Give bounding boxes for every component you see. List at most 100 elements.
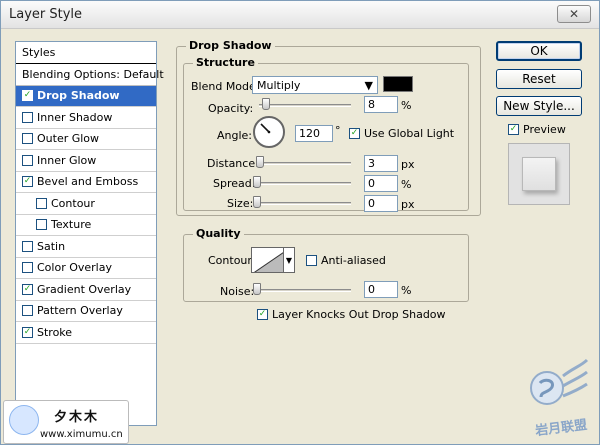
style-label: Drop Shadow (37, 89, 120, 103)
contour-checkbox[interactable] (36, 197, 47, 209)
close-icon: ✕ (568, 7, 580, 21)
window-title: Layer Style (9, 7, 83, 22)
angle-unit: ° (335, 124, 341, 137)
angle-label: Angle: (217, 129, 253, 142)
quality-title: Quality (193, 227, 244, 240)
size-slider-track[interactable] (254, 202, 351, 205)
style-label: Texture (51, 218, 92, 232)
style-preview (508, 143, 570, 205)
ok-button[interactable]: OK (496, 41, 582, 61)
spread-unit: % (401, 178, 412, 191)
noise-field[interactable]: 0 (364, 281, 398, 298)
angle-dial[interactable] (253, 116, 285, 148)
opacity-field[interactable]: 8 (364, 96, 398, 113)
style-label: Blending Options: Default (22, 67, 164, 81)
gradient-overlay-item[interactable]: ✓ Gradient Overlay (16, 279, 156, 301)
color-overlay-item[interactable]: Color Overlay (16, 258, 156, 279)
size-field[interactable]: 0 (364, 195, 398, 212)
preview-checkbox[interactable]: ✓ (508, 124, 519, 135)
size-slider-thumb[interactable] (253, 196, 261, 208)
use-global-light-toggle[interactable]: ✓ Use Global Light (349, 127, 454, 140)
noise-unit: % (401, 284, 412, 297)
distance-label: Distance: (207, 157, 259, 170)
use-global-light-checkbox[interactable]: ✓ (349, 128, 360, 139)
inner-glow-checkbox[interactable] (22, 154, 33, 166)
inner-shadow-item[interactable]: Inner Shadow (16, 107, 156, 129)
angle-needle-icon (260, 123, 271, 134)
blend-mode-value: Multiply (257, 78, 301, 92)
reset-button[interactable]: Reset (496, 69, 582, 89)
anti-aliased-toggle[interactable]: Anti-aliased (306, 254, 386, 267)
texture-checkbox[interactable] (36, 219, 47, 231)
style-label: Outer Glow (37, 132, 100, 146)
logo-mark-icon (9, 405, 39, 435)
knockout-toggle[interactable]: ✓ Layer Knocks Out Drop Shadow (257, 308, 446, 321)
spread-slider-thumb[interactable] (253, 176, 261, 188)
distance-slider-thumb[interactable] (256, 156, 264, 168)
contour-label: Contour: (208, 254, 256, 267)
opacity-unit: % (401, 99, 412, 112)
layer-style-dialog: Layer Style ✕ Styles Blending Options: D… (0, 0, 600, 445)
preview-toggle[interactable]: ✓ Preview (508, 123, 566, 136)
dropdown-arrow-icon: ▼ (364, 78, 373, 92)
stroke-checkbox[interactable]: ✓ (22, 326, 33, 338)
gradient-overlay-checkbox[interactable]: ✓ (22, 283, 33, 295)
logo-url: www.ximumu.cn (40, 429, 123, 440)
noise-label: Noise: (220, 285, 255, 298)
drop-shadow-item[interactable]: ✓ Drop Shadow (16, 85, 156, 107)
blending-options-item[interactable]: Blending Options: Default (16, 64, 164, 86)
opacity-label: Opacity: (208, 102, 254, 115)
outer-glow-checkbox[interactable] (22, 133, 33, 145)
use-global-light-label: Use Global Light (364, 127, 455, 140)
bevel-emboss-checkbox[interactable]: ✓ (22, 176, 33, 188)
noise-slider-thumb[interactable] (253, 283, 261, 295)
distance-slider-track[interactable] (256, 162, 351, 165)
style-label: Gradient Overlay (37, 282, 132, 296)
style-label: Bevel and Emboss (37, 175, 139, 189)
spread-field[interactable]: 0 (364, 175, 398, 192)
pattern-overlay-checkbox[interactable] (22, 305, 33, 317)
knockout-label: Layer Knocks Out Drop Shadow (272, 308, 446, 321)
drop-shadow-title: Drop Shadow (186, 39, 275, 52)
preview-label: Preview (523, 123, 566, 136)
style-label: Color Overlay (37, 261, 112, 275)
styles-list: Styles Blending Options: Default ✓ Drop … (15, 41, 164, 426)
style-label: Contour (51, 196, 95, 210)
bevel-emboss-item[interactable]: ✓ Bevel and Emboss (16, 172, 156, 193)
pattern-overlay-item[interactable]: Pattern Overlay (16, 301, 156, 322)
texture-item[interactable]: Texture (16, 215, 156, 236)
dropdown-arrow-icon: ▼ (285, 255, 293, 265)
contour-dropdown-button[interactable]: ▼ (283, 247, 295, 273)
size-label: Size: (227, 197, 254, 210)
style-label: Pattern Overlay (37, 304, 123, 318)
structure-title: Structure (193, 56, 258, 69)
contour-item[interactable]: Contour (16, 193, 156, 215)
noise-slider-track[interactable] (254, 289, 351, 292)
close-button[interactable]: ✕ (557, 5, 591, 23)
spread-label: Spread: (213, 177, 256, 190)
inner-shadow-checkbox[interactable] (22, 111, 33, 123)
satin-item[interactable]: Satin (16, 236, 156, 258)
style-label: Inner Glow (37, 153, 97, 167)
drop-shadow-checkbox[interactable]: ✓ (22, 90, 33, 102)
blend-mode-select[interactable]: Multiply ▼ (252, 76, 378, 94)
knockout-checkbox[interactable]: ✓ (257, 309, 268, 320)
opacity-slider-thumb[interactable] (262, 98, 270, 110)
color-overlay-checkbox[interactable] (22, 262, 33, 274)
spread-slider-track[interactable] (254, 182, 351, 185)
outer-glow-item[interactable]: Outer Glow (16, 129, 156, 150)
satin-checkbox[interactable] (22, 240, 33, 252)
logo-chinese-text: 夕木木 (54, 410, 100, 425)
distance-field[interactable]: 3 (364, 155, 398, 172)
blend-mode-label: Blend Mode: (191, 80, 260, 93)
style-label: Stroke (37, 325, 73, 339)
opacity-slider-track[interactable] (259, 104, 351, 107)
style-label: Satin (37, 239, 66, 253)
stroke-item[interactable]: ✓ Stroke (16, 322, 156, 344)
preview-swatch (522, 157, 556, 191)
inner-glow-item[interactable]: Inner Glow (16, 150, 156, 172)
shadow-color-swatch[interactable] (383, 76, 413, 92)
new-style-button[interactable]: New Style... (496, 96, 582, 116)
angle-field[interactable]: 120 (295, 125, 333, 142)
anti-aliased-checkbox[interactable] (306, 255, 317, 266)
